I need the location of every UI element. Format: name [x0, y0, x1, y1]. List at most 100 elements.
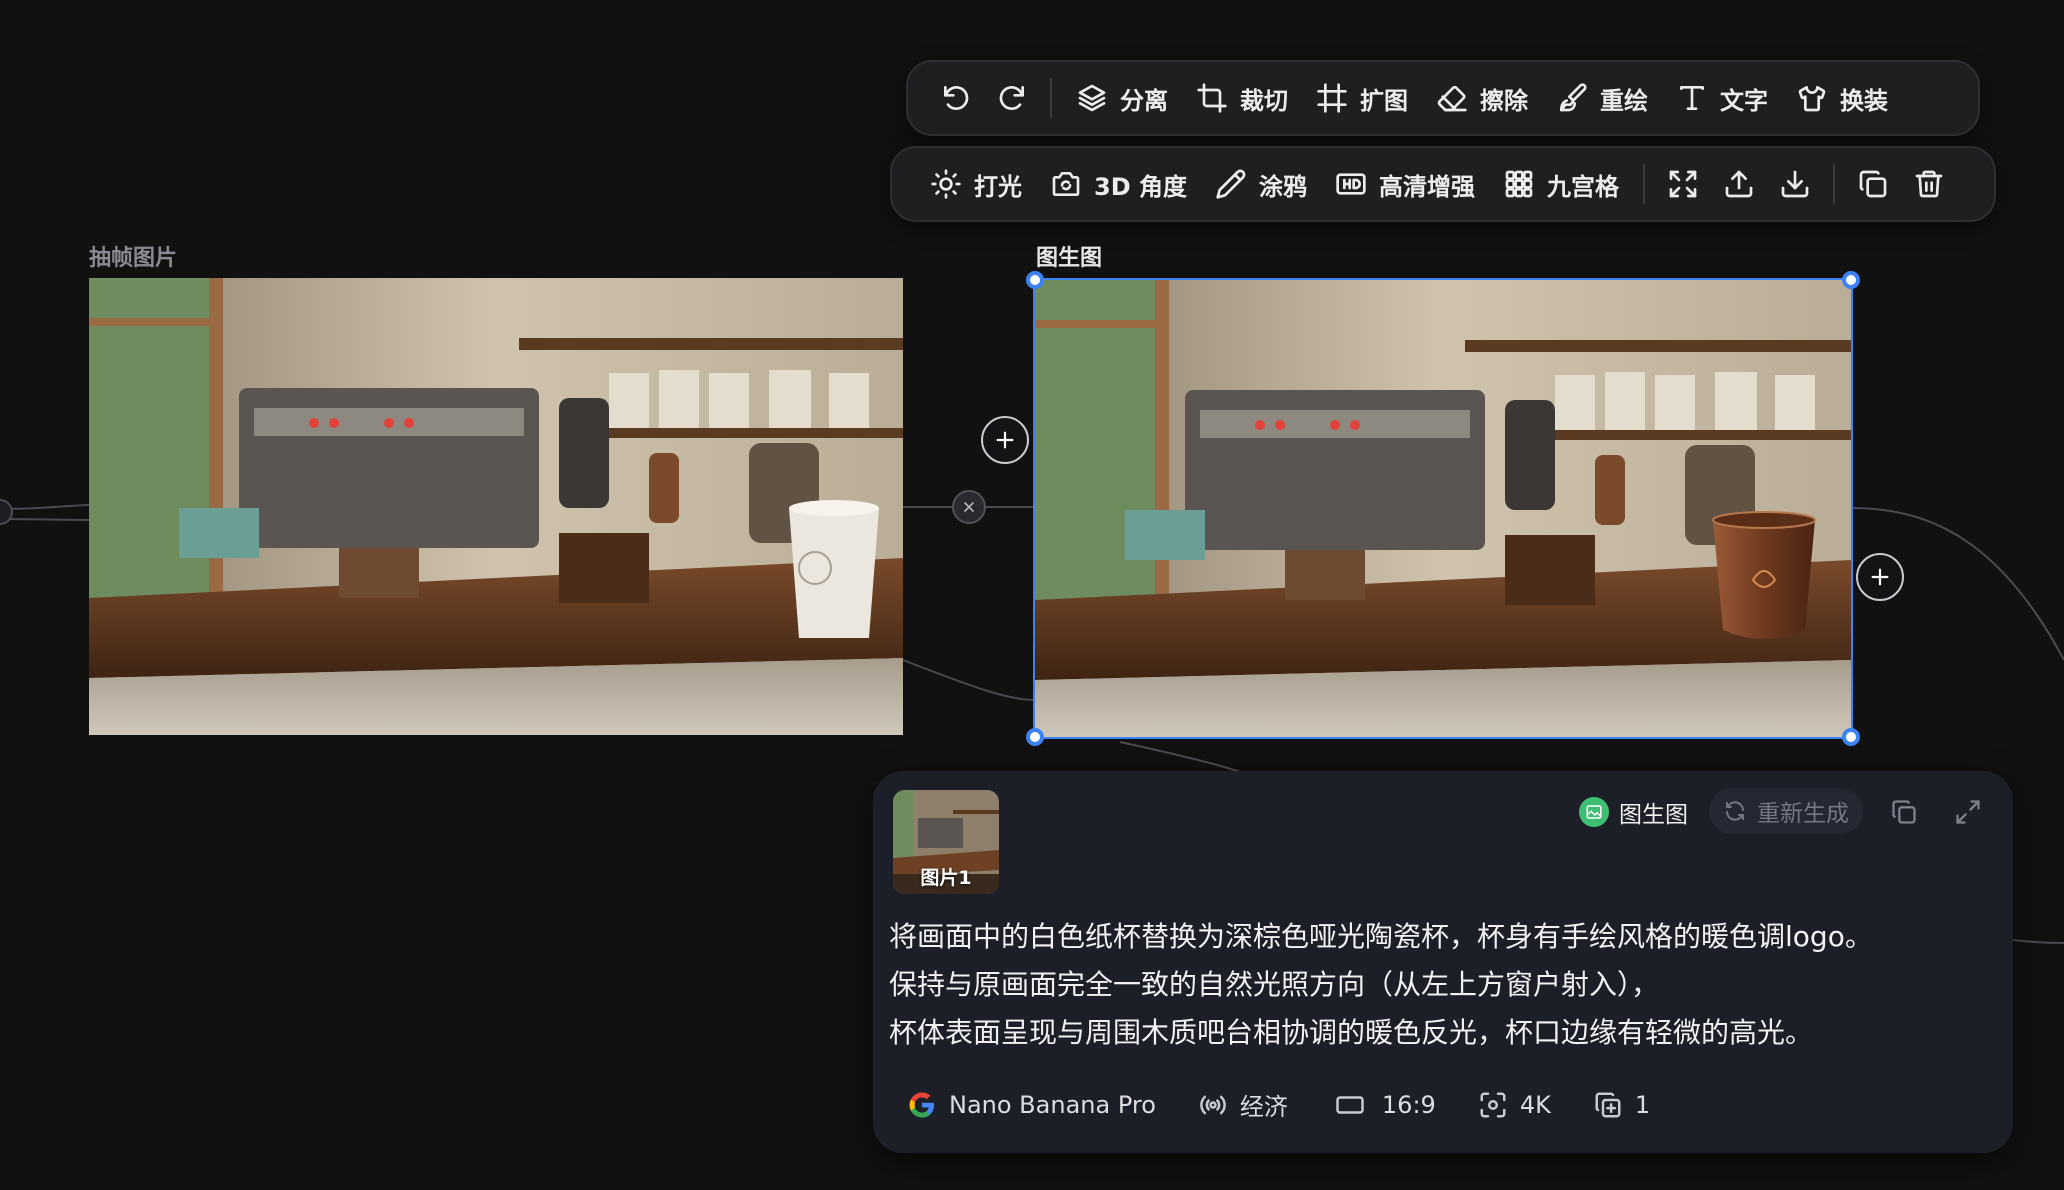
camera-rotate-icon — [1052, 172, 1080, 196]
close-icon — [964, 502, 974, 512]
speed-mode-selector[interactable]: 经济 — [1198, 1087, 1288, 1122]
remove-connection-button[interactable] — [952, 490, 986, 524]
upload-button[interactable] — [1711, 156, 1767, 212]
image-count-selector[interactable]: 1 — [1593, 1090, 1650, 1120]
resize-handle-top-right[interactable] — [1842, 271, 1860, 289]
regenerate-button[interactable]: 重新生成 — [1709, 788, 1863, 834]
mode-badge[interactable]: 图生图 — [1579, 795, 1688, 829]
upload-icon — [1725, 170, 1753, 198]
add-copy-icon — [1595, 1091, 1621, 1117]
sun-icon — [931, 169, 961, 199]
eraser-icon — [1437, 85, 1467, 112]
resolution-selector[interactable]: 4K — [1478, 1090, 1551, 1120]
erase-label: 擦除 — [1480, 86, 1528, 115]
plus-icon — [1871, 568, 1889, 586]
resize-handle-bottom-right[interactable] — [1842, 728, 1860, 746]
toolbar-divider — [1832, 164, 1835, 204]
image-to-image-node[interactable] — [1033, 278, 1853, 739]
generation-params: Nano Banana Pro 经济 16:9 4K 1 — [907, 1087, 1650, 1122]
fullscreen-button[interactable] — [1655, 156, 1711, 212]
aspect-ratio-selector[interactable]: 16:9 — [1330, 1090, 1436, 1120]
frame-image-node[interactable] — [89, 278, 903, 735]
resize-handle-top-left[interactable] — [1026, 271, 1044, 289]
frame-icon — [1317, 83, 1347, 113]
nine-grid-label: 九宫格 — [1546, 172, 1619, 201]
download-icon — [1781, 170, 1809, 198]
redo-button[interactable] — [984, 70, 1040, 126]
add-node-button-right[interactable] — [1856, 553, 1904, 601]
outfit-label: 换装 — [1840, 86, 1888, 115]
image-count-label: 1 — [1634, 1090, 1651, 1119]
text-button[interactable]: 文字 — [1662, 70, 1782, 126]
angle-3d-label: 3D 角度 — [1094, 172, 1187, 201]
grid-icon — [1505, 170, 1533, 198]
focus-icon — [1480, 1092, 1506, 1117]
expand-button[interactable]: 扩图 — [1302, 70, 1422, 126]
lighting-label: 打光 — [974, 172, 1022, 201]
shirt-icon — [1798, 86, 1826, 112]
download-button[interactable] — [1767, 156, 1823, 212]
aspect-ratio-label: 16:9 — [1381, 1090, 1436, 1119]
reference-image-label: 图片1 — [920, 867, 972, 889]
model-label: Nano Banana Pro — [949, 1090, 1156, 1119]
image-to-image-node-label: 图生图 — [1036, 246, 1103, 271]
reference-image-thumbnail[interactable]: 图片1 — [893, 790, 999, 894]
undo-icon — [944, 86, 969, 110]
frame-image-node-label: 抽帧图片 — [89, 246, 178, 271]
trash-icon — [1915, 170, 1943, 198]
expand-panel-button[interactable] — [1951, 795, 1985, 829]
model-selector[interactable]: Nano Banana Pro — [907, 1090, 1156, 1120]
regenerate-label: 重新生成 — [1757, 801, 1849, 827]
hd-enhance-label: 高清增强 — [1378, 172, 1475, 201]
nine-grid-button[interactable]: 九宫格 — [1489, 156, 1633, 212]
prompt-line-1: 将画面中的白色纸杯替换为深棕色哑光陶瓷杯，杯身有手绘风格的暖色调logo。 — [889, 920, 1873, 953]
copy-icon — [1859, 170, 1887, 198]
toolbar-divider — [1642, 164, 1645, 204]
separate-label: 分离 — [1120, 86, 1168, 115]
delete-button[interactable] — [1901, 156, 1957, 212]
image-tools-toolbar: 打光 3D 角度 涂鸦 高清增强 九宫格 — [890, 146, 1996, 222]
lighting-button[interactable]: 打光 — [916, 156, 1036, 212]
crop-button[interactable]: 裁切 — [1182, 70, 1302, 126]
prompt-text[interactable]: 将画面中的白色纸杯替换为深棕色哑光陶瓷杯，杯身有手绘风格的暖色调logo。 保持… — [889, 913, 1989, 1057]
toolbar-divider — [1050, 78, 1052, 118]
image-edit-toolbar: 分离 裁切 扩图 擦除 重绘 文字 换装 — [906, 60, 1980, 136]
prompt-line-2: 保持与原画面完全一致的自然光照方向（从左上方窗户射入）， — [889, 968, 1660, 1001]
copy-prompt-button[interactable] — [1887, 795, 1921, 829]
separate-button[interactable]: 分离 — [1062, 70, 1182, 126]
plus-icon — [996, 431, 1014, 449]
refresh-icon — [1726, 801, 1744, 821]
text-label: 文字 — [1720, 86, 1768, 115]
expand-label: 扩图 — [1360, 86, 1408, 115]
hd-icon — [1336, 173, 1366, 195]
cafe-photo-original — [89, 278, 903, 735]
add-node-button-left[interactable] — [981, 416, 1029, 464]
angle-3d-button[interactable]: 3D 角度 — [1036, 156, 1201, 212]
repaint-button[interactable]: 重绘 — [1542, 70, 1662, 126]
brush-icon — [1560, 83, 1587, 112]
pencil-icon — [1216, 169, 1246, 199]
resize-handle-bottom-left[interactable] — [1026, 728, 1044, 746]
doodle-label: 涂鸦 — [1258, 172, 1307, 201]
crop-icon — [1197, 83, 1227, 113]
speed-mode-label: 经济 — [1239, 1093, 1288, 1121]
google-icon — [909, 1091, 934, 1117]
doodle-button[interactable]: 涂鸦 — [1201, 156, 1321, 212]
layers-icon — [1078, 84, 1106, 112]
crop-label: 裁切 — [1240, 86, 1288, 115]
undo-button[interactable] — [928, 70, 984, 126]
redo-icon — [999, 86, 1024, 110]
repaint-label: 重绘 — [1600, 86, 1648, 115]
duplicate-button[interactable] — [1845, 156, 1901, 212]
outfit-button[interactable]: 换装 — [1782, 70, 1902, 126]
broadcast-icon — [1200, 1095, 1226, 1114]
text-icon — [1680, 86, 1704, 110]
fullscreen-icon — [1669, 170, 1697, 198]
expand-icon — [1956, 800, 1980, 824]
erase-button[interactable]: 擦除 — [1422, 70, 1542, 126]
ratio-icon — [1336, 1095, 1364, 1114]
generation-panel: 图片1 图生图 重新生成 将画面中的白色纸杯替换为深棕色哑光陶瓷杯，杯身有手绘风… — [873, 771, 2013, 1153]
cafe-photo-generated — [1035, 280, 1851, 737]
image-icon — [1579, 797, 1609, 827]
hd-enhance-button[interactable]: 高清增强 — [1321, 156, 1489, 212]
